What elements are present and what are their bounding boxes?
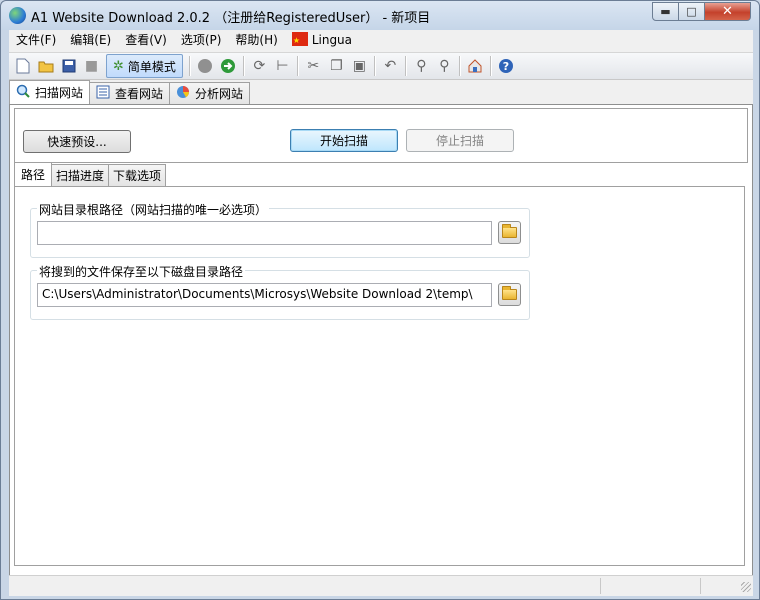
undo-icon[interactable]: ↶ [379,55,402,78]
copy-icon[interactable]: ❐ [325,55,348,78]
cut-icon[interactable]: ✂ [302,55,325,78]
help-icon[interactable]: ? [495,55,518,78]
open-folder-icon[interactable] [34,55,57,78]
menu-options[interactable]: 选项(P) [174,30,229,51]
toolbar-separator [188,56,191,76]
tab-scan-website-label: 扫描网站 [35,86,84,100]
home-icon[interactable] [464,55,487,78]
wand-icon: ✲ [113,58,124,74]
main-tabs: 扫描网站 查看网站 分析网站 [9,80,251,104]
minimize-button[interactable]: ▬ [652,2,679,21]
title-bar[interactable]: A1 Website Download 2.0.2 （注册给Registered… [1,1,759,30]
toolbar-separator [489,56,492,76]
save-path-input[interactable]: C:\Users\Administrator\Documents\Microsy… [37,283,492,307]
tab-paths[interactable]: 路径 [14,162,53,186]
tab-view-website[interactable]: 查看网站 [89,82,171,104]
paths-panel: 网站目录根路径（网站扫描的唯一必选项） 将搜到的文件保存至以下磁盘目录路径 C:… [14,186,745,566]
toolbar-separator [242,56,245,76]
window-title: A1 Website Download 2.0.2 （注册给Registered… [31,11,431,26]
toolbar-separator [373,56,376,76]
resize-grip[interactable] [741,582,751,592]
toolbar-separator [404,56,407,76]
svg-text:?: ? [503,60,509,73]
tab-analyze-website[interactable]: 分析网站 [169,82,251,104]
menu-file[interactable]: 文件(F) [9,30,63,51]
menu-help[interactable]: 帮助(H) [228,30,284,51]
lingua-label: Lingua [311,33,353,47]
start-scan-button[interactable]: 开始扫描 [290,129,398,152]
menu-view[interactable]: 查看(V) [118,30,174,51]
tab-view-website-label: 查看网站 [115,87,164,101]
new-document-icon[interactable] [11,55,34,78]
app-globe-icon [9,7,26,24]
app-window: A1 Website Download 2.0.2 （注册给Registered… [0,0,760,600]
folder-icon [502,224,517,238]
quick-preset-button[interactable]: 快速预设... [23,130,131,153]
save-path-title: 将搜到的文件保存至以下磁盘目录路径 [37,263,246,280]
maximize-button[interactable]: □ [678,2,705,21]
close-button[interactable]: ✕ [704,2,751,21]
status-divider [700,578,701,594]
toolbar: ■ ✲ 简单模式 ⟳ ⊢ ✂ ❐ ▣ ↶ ⚲ ⚲ ? [9,52,753,80]
magnifier-icon [16,84,30,101]
menu-edit[interactable]: 编辑(E) [63,30,118,51]
find-icon[interactable]: ⚲ [410,55,433,78]
save-icon[interactable] [57,55,80,78]
china-flag-icon [291,30,308,51]
list-icon [96,85,110,102]
toolbar-separator [458,56,461,76]
refresh-icon[interactable]: ⟳ [248,55,271,78]
simple-mode-button[interactable]: ✲ 简单模式 [106,54,183,78]
print-icon[interactable]: ■ [80,55,103,78]
scan-controls-box: 快速预设... 开始扫描 停止扫描 [14,108,748,163]
paste-icon[interactable]: ▣ [348,55,371,78]
stop-scan-button[interactable]: 停止扫描 [406,129,514,152]
browse-root-button[interactable] [498,221,521,244]
status-bar [9,575,753,594]
go-arrow-icon[interactable] [217,55,240,78]
root-path-title: 网站目录根路径（网站扫描的唯一必选项） [37,201,270,218]
root-path-input[interactable] [37,221,492,245]
scan-website-panel: 快速预设... 开始扫描 停止扫描 路径 扫描进度 下载选项 网站目录根路径（网… [9,104,753,592]
menu-bar: 文件(F) 编辑(E) 查看(V) 选项(P) 帮助(H) Lingua [9,30,753,51]
toolbar-separator [296,56,299,76]
tab-download-options[interactable]: 下载选项 [108,164,167,186]
find-replace-icon[interactable]: ⚲ [433,55,456,78]
save-path-group: 将搜到的文件保存至以下磁盘目录路径 C:\Users\Administrator… [30,263,530,320]
browse-save-button[interactable] [498,283,521,306]
sub-tabs: 路径 扫描进度 下载选项 [14,162,167,186]
menu-lingua[interactable]: Lingua [285,30,359,51]
chart-icon [176,85,190,102]
client-area: 文件(F) 编辑(E) 查看(V) 选项(P) 帮助(H) Lingua ■ ✲… [9,30,753,596]
folder-icon [502,286,517,300]
tree-icon[interactable]: ⊢ [271,55,294,78]
tab-analyze-website-label: 分析网站 [195,87,244,101]
tab-scan-progress[interactable]: 扫描进度 [51,164,110,186]
status-divider [600,578,601,594]
root-path-group: 网站目录根路径（网站扫描的唯一必选项） [30,201,530,258]
simple-mode-label: 简单模式 [127,59,176,74]
stop-circle-icon[interactable] [194,55,217,78]
tab-scan-website[interactable]: 扫描网站 [9,80,91,104]
